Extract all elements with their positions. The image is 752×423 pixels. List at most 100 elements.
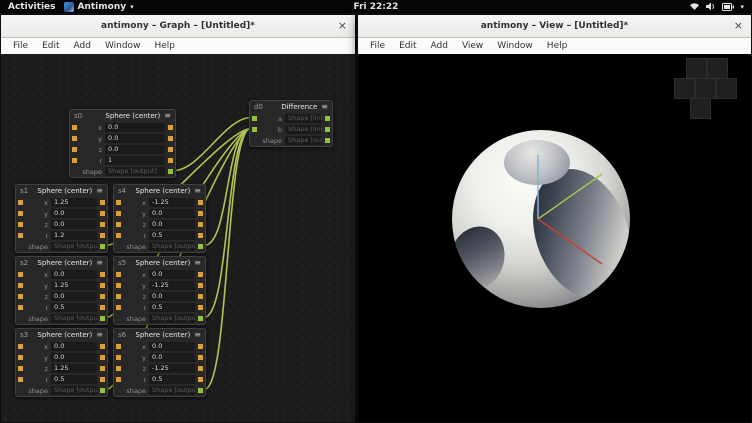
numeric-port[interactable]	[72, 136, 77, 141]
numeric-port[interactable]	[100, 294, 105, 299]
node-menu-icon[interactable]: ≡	[96, 186, 103, 196]
row-value-field[interactable]: Shape [output]	[149, 314, 195, 323]
numeric-port[interactable]	[116, 344, 121, 349]
node-header[interactable]: s4Sphere (center)≡	[114, 185, 205, 197]
numeric-port[interactable]	[116, 272, 121, 277]
row-value-field[interactable]: 0.0	[51, 342, 97, 351]
numeric-port[interactable]	[18, 355, 23, 360]
row-value-field[interactable]: Shape [link]	[285, 114, 322, 123]
shape-port[interactable]	[100, 388, 105, 393]
system-status-area[interactable]: ▾	[689, 2, 752, 11]
node-s0[interactable]: s0Sphere (center)≡x0.0y0.0z0.0r1shapeSha…	[69, 109, 176, 178]
orientation-widget-cell[interactable]	[674, 78, 695, 99]
node-s6[interactable]: s6Sphere (center)≡x0.0y0.0z-1.25r0.5shap…	[113, 328, 206, 397]
numeric-port[interactable]	[18, 377, 23, 382]
numeric-port[interactable]	[198, 305, 203, 310]
numeric-port[interactable]	[18, 233, 23, 238]
numeric-port[interactable]	[116, 200, 121, 205]
numeric-port[interactable]	[100, 222, 105, 227]
numeric-port[interactable]	[198, 222, 203, 227]
numeric-port[interactable]	[168, 136, 173, 141]
row-value-field[interactable]: Shape [output]	[149, 242, 195, 251]
numeric-port[interactable]	[72, 147, 77, 152]
wire-s0-to-d0-a[interactable]	[174, 118, 251, 171]
view-titlebar[interactable]: antimony – View – [Untitled]* ×	[358, 15, 751, 38]
numeric-port[interactable]	[18, 211, 23, 216]
numeric-port[interactable]	[198, 211, 203, 216]
shape-port[interactable]	[198, 388, 203, 393]
node-header[interactable]: s2Sphere (center)≡	[16, 257, 107, 269]
row-value-field[interactable]: 0.0	[51, 292, 97, 301]
numeric-port[interactable]	[72, 125, 77, 130]
node-menu-icon[interactable]: ≡	[194, 258, 201, 268]
row-value-field[interactable]: 0.0	[51, 270, 97, 279]
row-value-field[interactable]: 0.0	[149, 342, 195, 351]
row-value-field[interactable]: 1.25	[51, 364, 97, 373]
row-value-field[interactable]: 0.5	[149, 231, 195, 240]
numeric-port[interactable]	[72, 158, 77, 163]
wire-s5-to-d0-b[interactable]	[204, 129, 251, 318]
shape-port[interactable]	[198, 316, 203, 321]
clock[interactable]: Fri 22:22	[354, 2, 399, 12]
menu-item-add[interactable]: Add	[68, 40, 97, 52]
row-value-field[interactable]: 0.5	[51, 375, 97, 384]
row-value-field[interactable]: 0.0	[149, 209, 195, 218]
numeric-port[interactable]	[116, 283, 121, 288]
row-value-field[interactable]: 1.2	[51, 231, 97, 240]
numeric-port[interactable]	[198, 283, 203, 288]
node-d0[interactable]: d0Difference≡aShape [link]bShape [links]…	[249, 100, 333, 147]
row-value-field[interactable]: Shape [output]	[149, 386, 195, 395]
menu-item-file[interactable]: File	[364, 40, 391, 52]
row-value-field[interactable]: 0.0	[105, 123, 165, 132]
node-s2[interactable]: s2Sphere (center)≡x0.0y1.25z0.0r0.5shape…	[15, 256, 108, 325]
row-value-field[interactable]: -1.25	[149, 364, 195, 373]
numeric-port[interactable]	[100, 366, 105, 371]
shape-port[interactable]	[100, 316, 105, 321]
row-value-field[interactable]: 1	[105, 156, 165, 165]
orientation-widget-cell[interactable]	[716, 78, 737, 99]
row-value-field[interactable]: 1.25	[51, 198, 97, 207]
numeric-port[interactable]	[198, 366, 203, 371]
numeric-port[interactable]	[100, 283, 105, 288]
graph-close-icon[interactable]: ×	[338, 18, 347, 33]
menu-item-add[interactable]: Add	[425, 40, 454, 52]
numeric-port[interactable]	[198, 377, 203, 382]
row-value-field[interactable]: 0.0	[105, 145, 165, 154]
wire-s6-to-d0-b[interactable]	[204, 129, 251, 390]
node-menu-icon[interactable]: ≡	[164, 111, 171, 121]
numeric-port[interactable]	[18, 366, 23, 371]
row-value-field[interactable]: -1.25	[149, 281, 195, 290]
node-header[interactable]: d0Difference≡	[250, 101, 332, 113]
numeric-port[interactable]	[18, 222, 23, 227]
numeric-port[interactable]	[18, 283, 23, 288]
menu-item-help[interactable]: Help	[541, 40, 574, 52]
numeric-port[interactable]	[198, 294, 203, 299]
row-value-field[interactable]: 0.0	[51, 353, 97, 362]
row-value-field[interactable]: 0.5	[149, 375, 195, 384]
row-value-field[interactable]: 0.0	[149, 292, 195, 301]
node-s3[interactable]: s3Sphere (center)≡x0.0y0.0z1.25r0.5shape…	[15, 328, 108, 397]
node-menu-icon[interactable]: ≡	[96, 330, 103, 340]
node-s5[interactable]: s5Sphere (center)≡x0.0y-1.25z0.0r0.5shap…	[113, 256, 206, 325]
activities-button[interactable]: Activities	[8, 2, 56, 12]
row-value-field[interactable]: 0.5	[149, 303, 195, 312]
row-value-field[interactable]: 1.25	[51, 281, 97, 290]
shape-port[interactable]	[252, 127, 257, 132]
numeric-port[interactable]	[198, 355, 203, 360]
node-menu-icon[interactable]: ≡	[194, 330, 201, 340]
row-value-field[interactable]: 0.0	[149, 220, 195, 229]
menu-item-view[interactable]: View	[456, 40, 489, 52]
numeric-port[interactable]	[168, 158, 173, 163]
menu-item-help[interactable]: Help	[148, 40, 181, 52]
numeric-port[interactable]	[18, 294, 23, 299]
orientation-widget[interactable]	[674, 58, 739, 121]
numeric-port[interactable]	[198, 233, 203, 238]
menu-item-edit[interactable]: Edit	[36, 40, 65, 52]
shape-port[interactable]	[325, 127, 330, 132]
graph-titlebar[interactable]: antimony – Graph – [Untitled]* ×	[1, 15, 355, 38]
menu-item-edit[interactable]: Edit	[393, 40, 422, 52]
row-value-field[interactable]: Shape [output]	[105, 167, 165, 176]
menu-item-file[interactable]: File	[7, 40, 34, 52]
menu-item-window[interactable]: Window	[491, 40, 539, 52]
numeric-port[interactable]	[18, 200, 23, 205]
